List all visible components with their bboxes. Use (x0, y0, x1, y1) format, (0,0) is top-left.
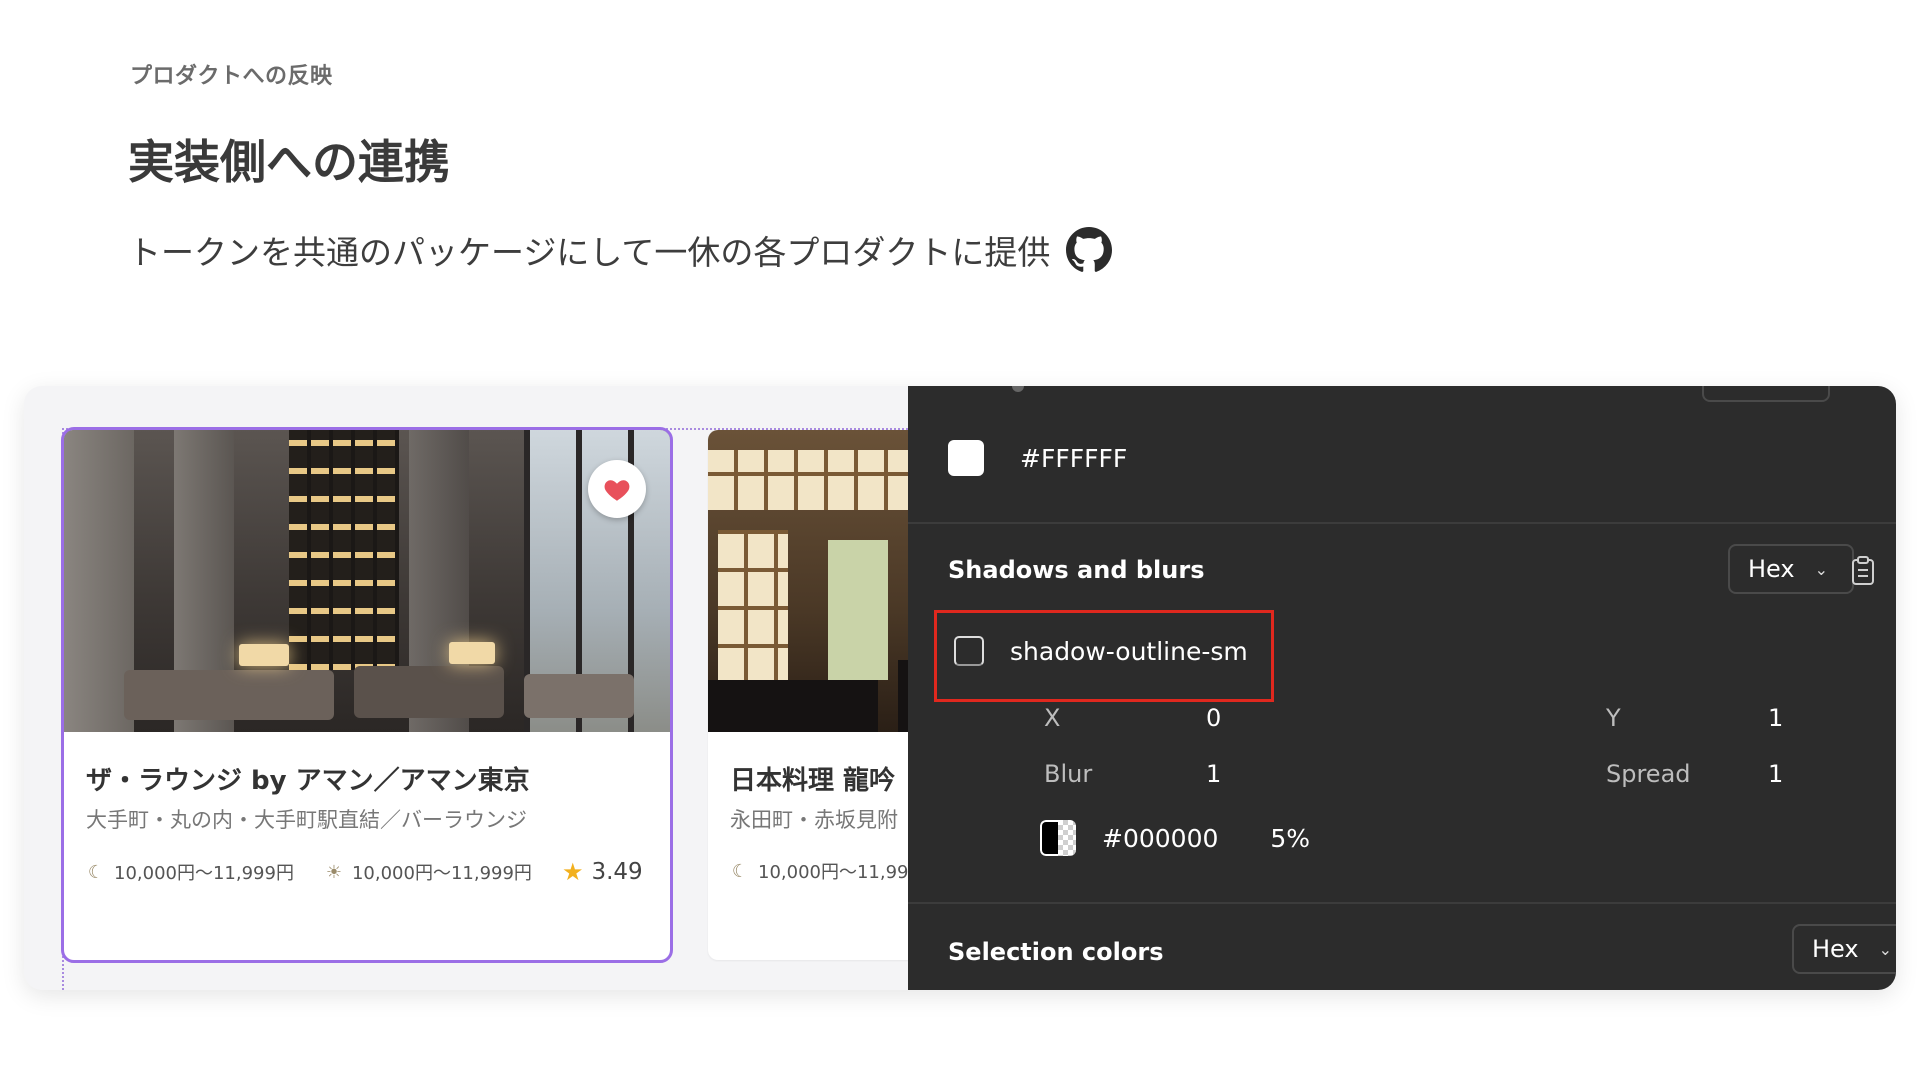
shadows-section-title: Shadows and blurs (948, 556, 1205, 584)
inspector-panel: #FFFFFF Shadows and blurs Hex ⌄ shadow-o… (908, 386, 1896, 990)
y-value[interactable]: 1 (1768, 704, 1783, 732)
fill-row[interactable]: #FFFFFF (948, 440, 1127, 476)
lunch-price: 10,000円〜11,999円 (351, 863, 532, 884)
moon-icon: ☾ (731, 860, 749, 882)
divider (908, 522, 1896, 524)
dinner-price: 10,000円〜11,999円 (114, 863, 294, 884)
shadow-color-hex[interactable]: #000000 (1102, 824, 1218, 853)
spread-label: Spread (1606, 760, 1691, 788)
format-label: Hex (1748, 555, 1795, 583)
github-icon (1066, 227, 1113, 272)
blur-label: Blur (1044, 760, 1093, 788)
blur-value[interactable]: 1 (1206, 760, 1221, 788)
fill-hex[interactable]: #FFFFFF (1020, 444, 1127, 473)
subtitle-text: トークンを共通のパッケージにして一休の各プロダクトに提供 (128, 233, 1051, 272)
chevron-down-icon: ⌄ (1814, 559, 1828, 579)
star-icon: ★ (561, 858, 584, 886)
sun-icon: ☀ (325, 861, 343, 883)
y-label: Y (1606, 704, 1621, 732)
fill-swatch[interactable] (948, 440, 984, 476)
selection-colors-title: Selection colors (948, 938, 1164, 966)
x-label: X (1044, 704, 1061, 732)
subtitle-row: トークンを共通のパッケージにして一休の各プロダクトに提供 (128, 226, 1113, 274)
dinner-price: 10,000円〜11,999 (758, 862, 920, 883)
shadow-color-row[interactable]: #000000 5% (1040, 820, 1310, 856)
effect-style-name[interactable]: shadow-outline-sm (1010, 637, 1248, 666)
page-title: 実装側への連携 (128, 135, 450, 189)
clipboard-icon[interactable] (1850, 556, 1876, 586)
top-scroll-dot (1012, 386, 1024, 392)
selection-format-select[interactable]: Hex ⌄ (1792, 924, 1896, 974)
heart-icon (604, 480, 630, 501)
format-label: Hex (1812, 935, 1859, 963)
shadow-opacity[interactable]: 5% (1270, 824, 1310, 853)
shadow-color-swatch[interactable] (1040, 820, 1076, 856)
top-control-stub[interactable] (1702, 386, 1830, 402)
x-value[interactable]: 0 (1206, 704, 1221, 732)
card-area: 永田町・赤坂見附 (730, 808, 898, 832)
eyebrow-label: プロダクトへの反映 (130, 64, 333, 89)
chevron-down-icon: ⌄ (1878, 939, 1892, 959)
divider (908, 902, 1896, 904)
card-title: ザ・ラウンジ by アマン／アマン東京 (86, 766, 530, 796)
restaurant-card-selected[interactable]: ザ・ラウンジ by アマン／アマン東京 大手町・丸の内・大手町駅直結／バーラウン… (61, 427, 673, 963)
card-meta: ☾ 10,000円〜11,999 (730, 858, 920, 884)
card-area: 大手町・丸の内・大手町駅直結／バーラウンジ (86, 808, 527, 832)
spread-value[interactable]: 1 (1768, 760, 1783, 788)
card-title: 日本料理 龍吟 (730, 766, 896, 796)
effect-style-row[interactable]: shadow-outline-sm (954, 636, 1248, 666)
moon-icon: ☾ (87, 861, 105, 883)
shadows-format-select[interactable]: Hex ⌄ (1728, 544, 1854, 594)
restaurant-photo-lounge (64, 430, 670, 732)
demo-frame: ザ・ラウンジ by アマン／アマン東京 大手町・丸の内・大手町駅直結／バーラウン… (24, 386, 1896, 990)
rating-value: 3.49 (591, 859, 643, 885)
effect-style-swatch[interactable] (954, 636, 984, 666)
favorite-button[interactable] (588, 460, 646, 518)
card-meta: ☾ 10,000円〜11,999円 ☀ 10,000円〜11,999円 ★ 3.… (86, 858, 643, 886)
